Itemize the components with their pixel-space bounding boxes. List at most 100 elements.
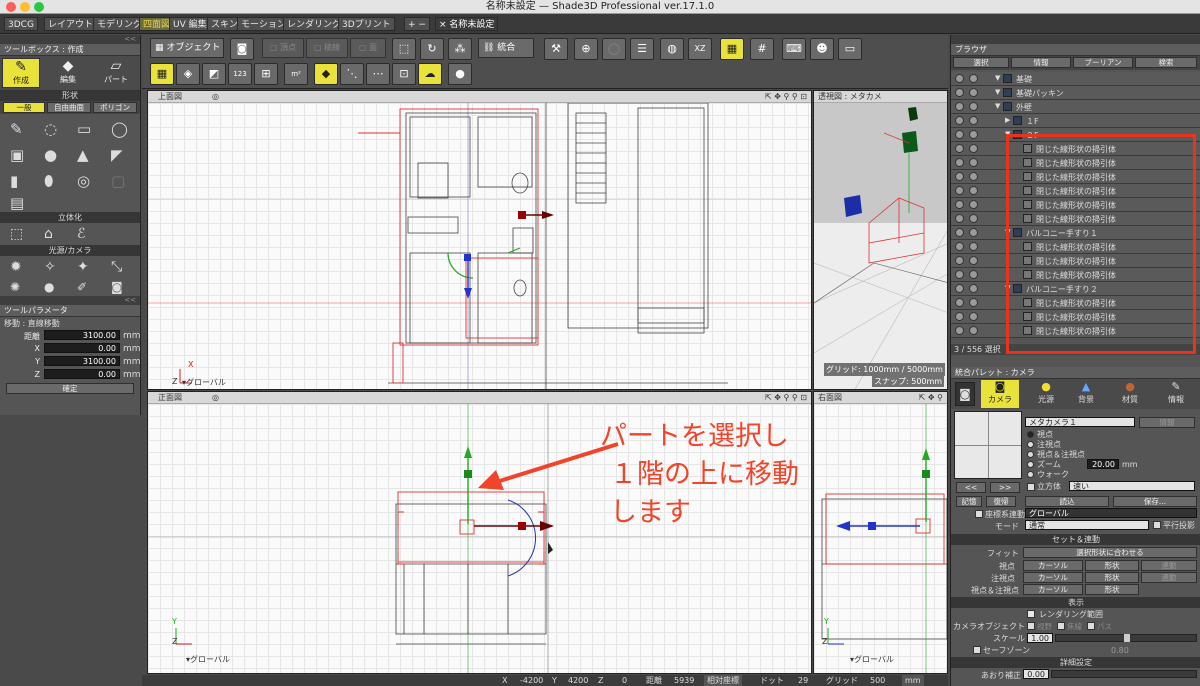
distance-input[interactable]: 3100.00 (44, 330, 120, 340)
view-link-button[interactable]: 連動 (1141, 560, 1197, 571)
tab-add-remove[interactable]: + − (404, 17, 430, 31)
render-toggle-icon[interactable] (969, 88, 978, 97)
shape-tab-polygon[interactable]: ポリゴン (93, 102, 137, 113)
camera-snapshot-icon[interactable]: ◙ (230, 38, 254, 60)
visibility-icon[interactable] (955, 228, 964, 237)
mode-edit-button[interactable]: ◆ 編集 (48, 58, 88, 88)
vertex-mode-button[interactable]: ▢ 頂点 (262, 38, 304, 58)
wireframe-icon[interactable]: ▦ (150, 63, 174, 85)
point-light-icon[interactable]: ✦ (77, 259, 89, 275)
target-shape-button[interactable]: 形状 (1085, 572, 1139, 583)
cube-speed-select[interactable]: 速い (1069, 481, 1195, 491)
zoom-window-button[interactable] (34, 2, 44, 12)
camera-tool-icon[interactable]: ◙ (111, 280, 123, 294)
target-cursor-button[interactable]: カーソル (1023, 572, 1083, 583)
z-input[interactable]: 0.00 (44, 369, 120, 379)
render-toggle-icon[interactable] (969, 242, 978, 251)
expand-toggle-icon[interactable]: ▶ (1005, 116, 1010, 124)
tab-3dcg[interactable]: 3DCG (4, 17, 38, 31)
top-viewport[interactable]: 上面図 ◎ ⇱ ✥ ⚲ ⚲ ⊡ X Z ▾グローバル (147, 90, 812, 390)
palette-tab-info[interactable]: ✎ 情報 (1157, 380, 1195, 408)
coord-system-select[interactable]: グローバル (1025, 508, 1197, 518)
render-toggle-icon[interactable] (969, 256, 978, 265)
tab-rendering[interactable]: レンダリング (283, 17, 346, 31)
face-mode-button[interactable]: ▢ 面 (350, 38, 386, 58)
render-toggle-icon[interactable] (969, 312, 978, 321)
browser-part-row[interactable]: ▼ 基礎パッキン (951, 86, 1200, 100)
tab-uv-edit[interactable]: UV 編集 (169, 17, 211, 31)
expand-toggle-icon[interactable]: ▼ (995, 88, 1000, 96)
edge-mode-button[interactable]: ▢ 稜線 (306, 38, 348, 58)
zoom-input[interactable]: 20.00 (1087, 459, 1119, 469)
capsule-icon[interactable]: ⬮ (44, 172, 53, 190)
visibility-icon[interactable] (955, 102, 964, 111)
browser-tab-search[interactable]: 検索 (1135, 57, 1197, 68)
visibility-icon[interactable] (955, 116, 964, 125)
sphere-icon[interactable]: ● (44, 146, 57, 164)
save-button[interactable]: 保存... (1113, 496, 1197, 507)
fog-icon[interactable]: ✐ (77, 280, 87, 294)
render-toggle-icon[interactable] (969, 74, 978, 83)
visibility-icon[interactable] (955, 186, 964, 195)
circle-icon[interactable]: ◯ (111, 120, 128, 138)
render-toggle-icon[interactable] (969, 102, 978, 111)
relative-coord-button[interactable]: 相対座標 (704, 675, 742, 686)
ruler-icon[interactable]: ◩ (202, 63, 226, 85)
perspective-viewport[interactable]: 透視図 : メタカメ グリッド: 1000mm / 5000mm スナップ: 5… (813, 90, 948, 390)
browser-tab-boolean[interactable]: ブーリアン (1073, 57, 1133, 68)
visibility-icon[interactable] (955, 88, 964, 97)
render-toggle-icon[interactable] (969, 298, 978, 307)
render-toggle-icon[interactable] (969, 326, 978, 335)
sweep-icon[interactable]: ⌂ (44, 226, 53, 242)
shape-tab-freeform[interactable]: 自由曲面 (47, 102, 91, 113)
vr-icon[interactable]: ▭ (838, 38, 862, 60)
expand-toggle-icon[interactable]: ▼ (995, 102, 1000, 110)
safe-zone-checkbox[interactable] (973, 646, 981, 654)
fit-selection-button[interactable]: 選択形状に合わせる (1023, 547, 1197, 558)
confirm-button[interactable]: 確定 (6, 383, 134, 394)
expand-toggle-icon[interactable]: ▼ (995, 74, 1000, 82)
top-view-coord-label[interactable]: ▾グローバル (182, 377, 226, 388)
visibility-icon[interactable] (955, 130, 964, 139)
palette-tab-camera[interactable]: ◙ カメラ (981, 380, 1019, 408)
front-view-coord-label[interactable]: ▾グローバル (186, 654, 230, 665)
visibility-icon[interactable] (955, 242, 964, 251)
blob-icon[interactable]: ☁ (418, 63, 442, 85)
render-toggle-icon[interactable] (969, 214, 978, 223)
memo-button[interactable]: 記憶 (956, 496, 982, 507)
merge-button[interactable]: ⛓ 統合 (478, 38, 534, 58)
mode-select[interactable]: 通常 (1025, 520, 1149, 530)
lasso-icon[interactable]: ⁂ (448, 38, 472, 60)
render-toggle-icon[interactable] (969, 186, 978, 195)
radio-walk[interactable] (1027, 471, 1034, 478)
light-icon[interactable]: ✹ (10, 259, 22, 275)
restore-button[interactable]: 復帰 (986, 496, 1016, 507)
radio-zoom[interactable] (1027, 461, 1034, 468)
visibility-icon[interactable] (955, 144, 964, 153)
numeric-icon[interactable]: 123 (228, 63, 252, 85)
scale-slider[interactable] (1055, 634, 1197, 642)
mode-part-button[interactable]: ▱ パート (96, 58, 136, 88)
box-select-icon[interactable]: ⬚ (392, 38, 416, 60)
open-line-icon[interactable]: ✎ (10, 120, 23, 138)
camera-preview[interactable] (954, 411, 1022, 479)
spotlight-icon[interactable]: ✧ (44, 259, 56, 275)
visibility-icon[interactable] (955, 158, 964, 167)
tilt-input[interactable]: 0.00 (1023, 669, 1049, 679)
keyboard-icon[interactable]: ⌨ (782, 38, 806, 60)
tab-3d-print[interactable]: 3Dプリント (338, 17, 395, 31)
minimize-window-button[interactable] (20, 2, 30, 12)
object-mode-button[interactable]: ▦ オブジェクト (150, 38, 224, 58)
tab-layout[interactable]: レイアウト (44, 17, 98, 31)
palette-tab-material[interactable]: ● 材質 (1111, 380, 1149, 408)
close-window-button[interactable] (6, 2, 16, 12)
view-field-checkbox[interactable] (1027, 622, 1035, 630)
view-cursor-button[interactable]: カーソル (1023, 560, 1083, 571)
camera-prev-button[interactable]: << (956, 482, 986, 493)
camera-name-select[interactable]: メタカメラ１ (1025, 417, 1135, 427)
box-icon[interactable]: ▤ (10, 194, 24, 212)
shape-tab-general[interactable]: 一般 (3, 102, 45, 113)
grid-snap-icon[interactable]: ▦ (720, 38, 744, 60)
crosshair-icon[interactable]: ⊕ (574, 38, 598, 60)
layers-icon[interactable]: ◈ (176, 63, 200, 85)
